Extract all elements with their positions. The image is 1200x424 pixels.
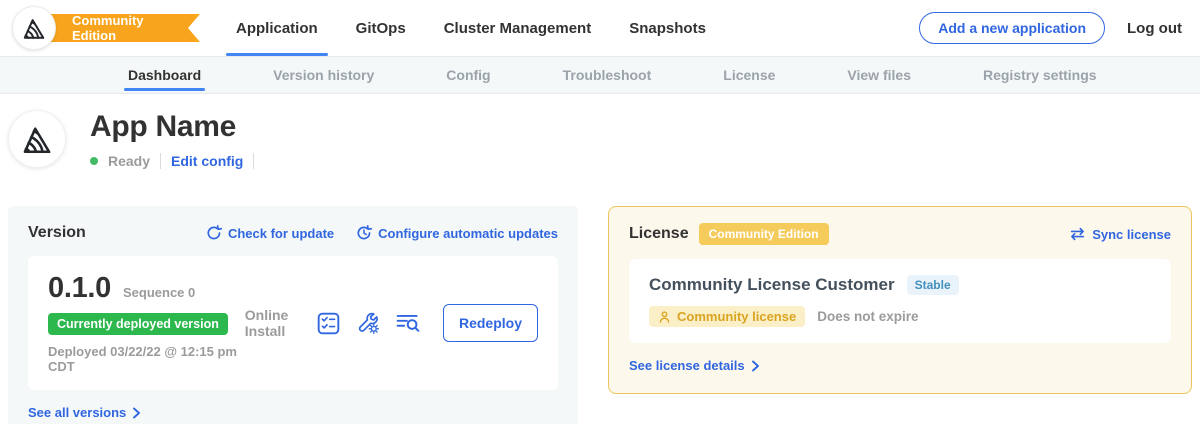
config-wrench-button[interactable] (356, 311, 380, 335)
main-nav-tabs: Application GitOps Cluster Management Sn… (236, 0, 706, 56)
clock-refresh-icon (356, 225, 372, 241)
check-for-update-label: Check for update (228, 226, 334, 241)
install-type-label: Online Install (245, 307, 299, 339)
dashboard-cards: Version Check for update (0, 206, 1200, 424)
configure-automatic-updates-label: Configure automatic updates (378, 226, 558, 241)
add-new-application-button[interactable]: Add a new application (919, 12, 1105, 44)
logout-link[interactable]: Log out (1127, 20, 1182, 37)
checklist-icon (317, 312, 340, 335)
deployed-timestamp: Deployed 03/22/22 @ 12:15 pm CDT (48, 344, 245, 374)
current-version-panel: 0.1.0 Sequence 0 Currently deployed vers… (28, 256, 558, 390)
subnav-view-files[interactable]: View files (847, 57, 911, 93)
app-header: App Name Ready Edit config (0, 94, 1200, 169)
see-all-versions-label: See all versions (28, 405, 126, 420)
preflight-checks-button[interactable] (317, 312, 340, 335)
top-navigation-bar: Community Edition Application GitOps Clu… (0, 0, 1200, 56)
logs-search-icon (396, 313, 421, 333)
expiration-text: Does not expire (817, 309, 918, 324)
channel-badge: Stable (907, 275, 959, 295)
license-type-badge: Community license (649, 306, 805, 327)
refresh-icon (206, 225, 222, 241)
see-all-versions-link[interactable]: See all versions (28, 405, 142, 420)
view-deploy-logs-button[interactable] (396, 313, 421, 333)
subnav-registry-settings[interactable]: Registry settings (983, 57, 1097, 93)
license-type-label: Community license (677, 309, 796, 324)
chevron-right-icon (131, 407, 142, 419)
app-status-row: Ready Edit config (90, 153, 254, 169)
admin-console-page: Community Edition Application GitOps Clu… (0, 0, 1200, 424)
subnav-version-history[interactable]: Version history (273, 57, 374, 93)
check-for-update-link[interactable]: Check for update (206, 225, 334, 241)
currently-deployed-badge: Currently deployed version (48, 313, 228, 335)
tab-snapshots[interactable]: Snapshots (629, 0, 706, 56)
top-actions: Add a new application Log out (919, 12, 1200, 44)
version-number: 0.1.0 (48, 272, 111, 305)
status-ready-label: Ready (108, 153, 150, 169)
customer-name: Community License Customer (649, 275, 895, 295)
subnav-config[interactable]: Config (446, 57, 490, 93)
edit-config-link[interactable]: Edit config (171, 153, 243, 169)
subnav-license[interactable]: License (723, 57, 775, 93)
sync-license-link[interactable]: Sync license (1069, 227, 1171, 242)
person-icon (658, 310, 671, 324)
sync-license-label: Sync license (1092, 227, 1171, 242)
wrench-gear-icon (356, 311, 380, 335)
replicated-logo (12, 6, 56, 50)
divider (253, 153, 254, 169)
see-license-details-label: See license details (629, 358, 745, 373)
replicated-logo-icon (21, 15, 47, 41)
status-ready-dot (90, 157, 98, 165)
app-avatar (8, 110, 66, 168)
redeploy-button[interactable]: Redeploy (443, 304, 538, 342)
app-logo-icon (20, 122, 54, 156)
sequence-label: Sequence 0 (123, 285, 195, 300)
version-card: Version Check for update (8, 206, 578, 424)
app-name-title: App Name (90, 110, 254, 143)
license-details-panel: Community License Customer Stable Commun… (629, 259, 1171, 343)
tab-cluster-management[interactable]: Cluster Management (444, 0, 592, 56)
tab-application[interactable]: Application (236, 0, 318, 56)
version-card-title: Version (28, 224, 86, 242)
sync-arrows-icon (1069, 227, 1086, 241)
divider (160, 153, 161, 169)
subnav-troubleshoot[interactable]: Troubleshoot (563, 57, 652, 93)
subnav-dashboard[interactable]: Dashboard (128, 57, 201, 93)
brand-area: Community Edition (0, 0, 200, 56)
license-card-title: License (629, 225, 689, 243)
community-edition-banner-label: Community Edition (72, 13, 174, 43)
see-license-details-link[interactable]: See license details (629, 358, 761, 373)
license-card: License Community Edition Sync license (608, 206, 1192, 394)
tab-gitops[interactable]: GitOps (356, 0, 406, 56)
configure-automatic-updates-link[interactable]: Configure automatic updates (356, 225, 558, 241)
app-sub-navigation: Dashboard Version history Config Trouble… (0, 56, 1200, 94)
chevron-right-icon (750, 360, 761, 372)
community-edition-badge: Community Edition (699, 223, 829, 245)
